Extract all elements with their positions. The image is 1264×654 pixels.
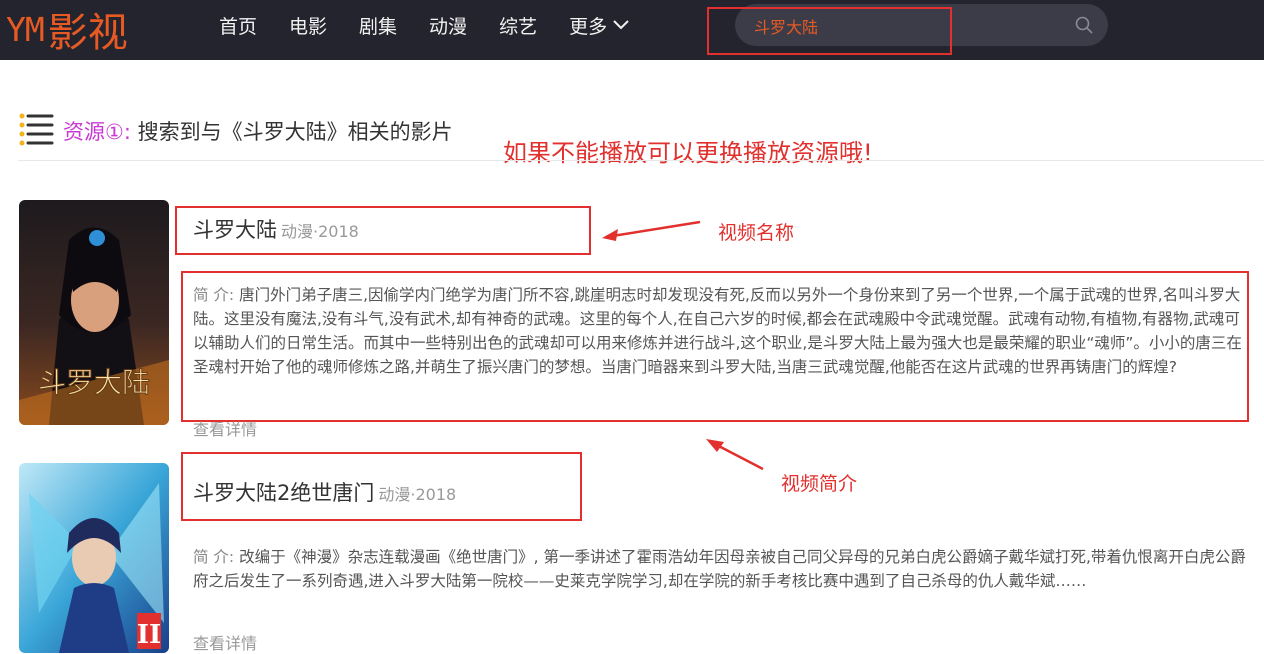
main-nav: 首页 电影 剧集 动漫 综艺 更多 xyxy=(203,0,645,50)
poster-image: II xyxy=(19,463,169,653)
poster-douluo-dalu[interactable]: 斗罗大陆 xyxy=(19,200,169,425)
intro-label: 简 介: xyxy=(193,548,235,566)
play-source-notice: 如果不能播放可以更换播放资源哦! xyxy=(503,139,873,167)
search-result-heading: 搜索到与《斗罗大陆》相关的影片 xyxy=(137,120,453,144)
video-name-highlight-box xyxy=(181,452,582,521)
search-icon[interactable] xyxy=(1074,15,1094,35)
nav-variety[interactable]: 综艺 xyxy=(499,12,537,39)
nav-home[interactable]: 首页 xyxy=(219,12,257,39)
logo-ym: YM xyxy=(6,9,45,49)
svg-text:斗罗大陆: 斗罗大陆 xyxy=(38,366,150,399)
annotation-arrow-icon xyxy=(706,439,764,471)
nav-movies[interactable]: 电影 xyxy=(289,12,327,39)
view-details-link[interactable]: 查看详情 xyxy=(193,630,257,654)
nav-more-label: 更多 xyxy=(569,15,608,38)
video-name-highlight-box xyxy=(175,206,591,255)
top-nav-bar: YM 影视 首页 电影 剧集 动漫 综艺 更多 斗罗大陆 xyxy=(0,0,1264,60)
result-intro: 简 介: 改编于《神漫》杂志连载漫画《绝世唐门》, 第一季讲述了霍雨浩幼年因母亲… xyxy=(193,545,1249,593)
view-details-link[interactable]: 查看详情 xyxy=(193,416,257,440)
video-name-label: 视频名称 xyxy=(718,222,795,244)
nav-series[interactable]: 剧集 xyxy=(359,12,397,39)
search-highlight-box xyxy=(707,7,952,55)
nav-more[interactable]: 更多 xyxy=(569,12,629,39)
intro-text: 改编于《神漫》杂志连载漫画《绝世唐门》, 第一季讲述了霍雨浩幼年因母亲被自己同父… xyxy=(193,548,1246,590)
nav-anime[interactable]: 动漫 xyxy=(429,12,467,39)
annotation-arrow-icon xyxy=(602,220,701,241)
chevron-down-icon xyxy=(613,20,629,30)
section-title: 资源①: 搜索到与《斗罗大陆》相关的影片 xyxy=(63,116,453,146)
source-label[interactable]: 资源①: xyxy=(63,120,131,144)
poster-image: 斗罗大陆 xyxy=(19,200,169,425)
site-logo[interactable]: YM 影视 xyxy=(6,4,128,57)
video-intro-label: 视频简介 xyxy=(781,473,858,495)
logo-cn: 影视 xyxy=(47,10,128,56)
list-icon xyxy=(19,113,54,146)
divider xyxy=(18,160,1264,161)
svg-text:II: II xyxy=(137,620,161,650)
video-intro-highlight-box xyxy=(181,271,1249,422)
poster-douluo-dalu-2[interactable]: II xyxy=(19,463,169,653)
